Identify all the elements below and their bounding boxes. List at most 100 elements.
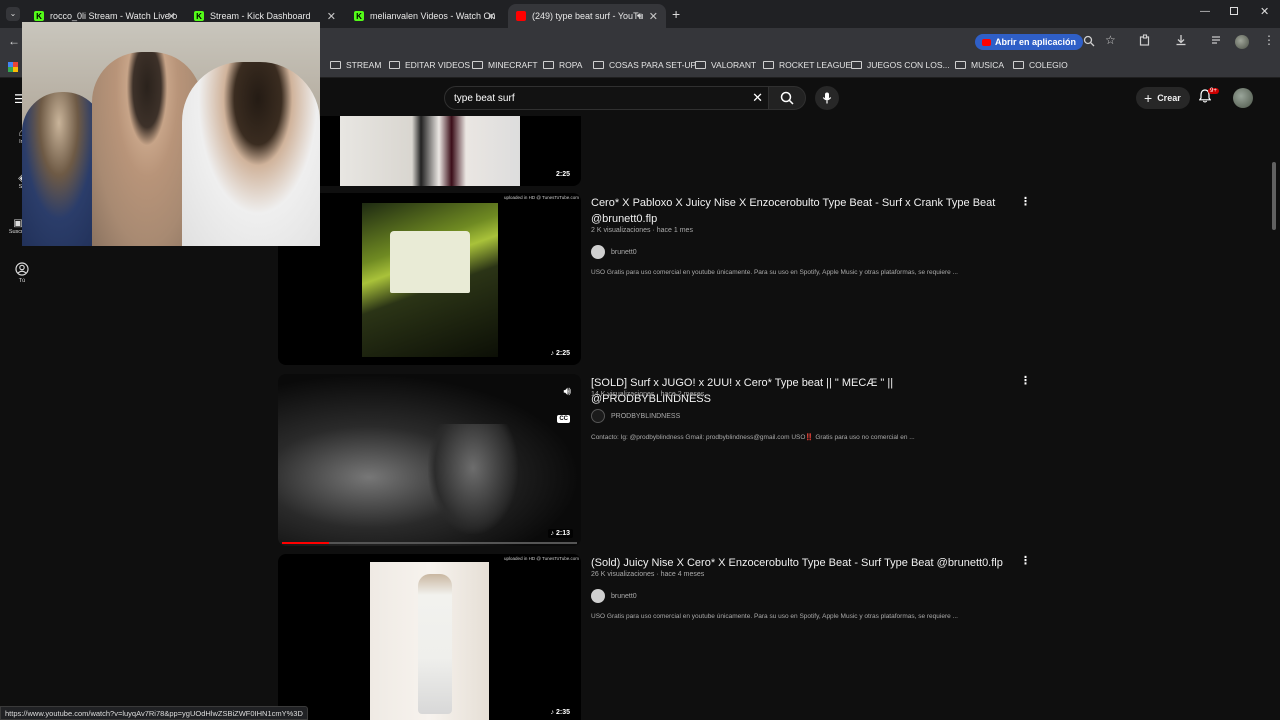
bookmark-folder[interactable]: COLEGIO <box>1013 60 1068 70</box>
speaker-icon[interactable]: 🔊︎ <box>563 384 571 399</box>
folder-icon <box>851 61 862 69</box>
download-icon[interactable] <box>1175 34 1187 49</box>
close-icon[interactable]: ✕ <box>487 10 496 23</box>
user-circle-icon <box>15 262 29 276</box>
profile-avatar[interactable] <box>1235 35 1249 49</box>
more-menu-icon[interactable]: ⋮ <box>1263 33 1275 47</box>
tab-label: rocco_0li Stream - Watch Live o <box>50 11 178 21</box>
close-window-icon[interactable]: ✕ <box>1260 5 1269 18</box>
status-bar-url: https://www.youtube.com/watch?v=luyqAv7R… <box>0 706 308 720</box>
closed-captions-icon[interactable]: CC <box>557 415 570 423</box>
folder-icon <box>763 61 774 69</box>
bookmark-folder[interactable]: ROCKET LEAGUE <box>763 60 851 70</box>
plus-icon: + <box>1144 90 1153 106</box>
more-actions-icon[interactable]: ⋮ <box>1020 374 1031 387</box>
bookmark-label: EDITAR VIDEOS <box>405 60 471 70</box>
tab-melianvalen[interactable]: K melianvalen Videos - Watch On ✕ <box>346 4 504 28</box>
video-thumbnail[interactable]: uploaded in HD @ TunesToTube.com ♪ 2:35 <box>278 554 581 720</box>
person-right <box>182 62 320 246</box>
create-button[interactable]: + Crear <box>1136 87 1190 109</box>
video-thumbnail[interactable]: 🔊︎ CC ♪ 2:13 <box>278 374 581 546</box>
voice-search-button[interactable] <box>815 86 839 110</box>
bookmark-label: COLEGIO <box>1029 60 1068 70</box>
tab-search-icon[interactable]: ⌄ <box>6 7 20 21</box>
bookmark-label: JUEGOS CON LOS... <box>867 60 950 70</box>
search-input[interactable]: type beat surf ✕ <box>444 86 770 110</box>
channel-link[interactable]: brunett0 <box>591 589 637 603</box>
channel-name: brunett0 <box>611 592 637 600</box>
folder-icon <box>389 61 400 69</box>
tab-youtube[interactable]: (249) type beat surf - YouTu 🔊︎ ✕ <box>508 4 666 28</box>
bookmark-label: COSAS PARA SET-UP <box>609 60 697 70</box>
bookmark-folder[interactable]: VALORANT <box>695 60 756 70</box>
minimize-icon[interactable]: — <box>1200 6 1210 17</box>
video-title[interactable]: Cero* X Pabloxo X Juicy Nise X Enzocerob… <box>591 195 1011 227</box>
more-actions-icon[interactable]: ⋮ <box>1020 554 1031 567</box>
tab-label: (249) type beat surf - YouTu <box>532 11 644 21</box>
folder-icon <box>955 61 966 69</box>
microphone-icon <box>822 92 832 104</box>
search-icon <box>780 91 794 105</box>
bookmark-star-icon[interactable]: ☆ <box>1105 33 1116 47</box>
bookmark-label: STREAM <box>346 60 382 70</box>
bookmark-folder[interactable]: JUEGOS CON LOS... <box>851 60 950 70</box>
figure-shape <box>428 424 518 534</box>
bookmark-folder[interactable]: EDITAR VIDEOS <box>389 60 470 70</box>
thumbnail-watermark: uploaded in HD @ TunesToTube.com <box>504 195 579 200</box>
folder-icon <box>695 61 706 69</box>
video-meta: 14 K visualizaciones · hace 2 meses <box>591 391 705 398</box>
channel-avatar <box>591 589 605 603</box>
more-actions-icon[interactable]: ⋮ <box>1020 195 1031 208</box>
bookmark-folder[interactable]: MUSICA <box>955 60 1004 70</box>
close-icon[interactable]: ✕ <box>327 10 336 23</box>
sidebar-item-label: Tú <box>18 278 26 284</box>
apps-icon[interactable] <box>8 62 18 72</box>
video-title[interactable]: (Sold) Juicy Nise X Cero* X Enzocerobult… <box>591 555 1011 571</box>
new-tab-button[interactable]: + <box>672 6 680 22</box>
youtube-icon <box>982 38 991 46</box>
video-duration: 2:25 <box>552 170 573 179</box>
clear-search-icon[interactable]: ✕ <box>752 90 763 106</box>
bookmark-folder[interactable]: STREAM <box>330 60 381 70</box>
preview-progress-track <box>282 542 577 544</box>
back-icon[interactable]: ← <box>8 34 20 48</box>
video-duration: ♪ 2:13 <box>547 529 573 538</box>
bookmark-folder[interactable]: ROPA <box>543 60 582 70</box>
thumbnail-photo <box>340 116 520 186</box>
tab-label: melianvalen Videos - Watch On <box>370 11 496 21</box>
speaker-icon: 🔊︎ <box>636 11 642 20</box>
video-thumbnail[interactable]: 2:25 <box>278 116 581 186</box>
webcam-overlay <box>22 22 320 246</box>
channel-avatar <box>591 245 605 259</box>
account-avatar[interactable] <box>1233 88 1253 108</box>
channel-name: brunett0 <box>611 248 637 256</box>
tab-label: Stream - Kick Dashboard <box>210 11 311 21</box>
sidebar-item-you[interactable]: Tú <box>10 262 34 284</box>
video-thumbnail[interactable]: uploaded in HD @ TunesToTube.com ♪ 2:25 <box>278 193 581 365</box>
video-description: USO Gratis para uso comercial en youtube… <box>591 613 958 620</box>
channel-link[interactable]: brunett0 <box>591 245 637 259</box>
channel-name: PRODBYBLINDNESS <box>611 412 681 420</box>
extensions-icon[interactable] <box>1139 34 1151 49</box>
bookmark-label: ROPA <box>559 60 583 70</box>
channel-link[interactable]: PRODBYBLINDNESS <box>591 409 680 423</box>
channel-avatar <box>591 409 605 423</box>
omnibox[interactable] <box>330 32 970 52</box>
media-control-icon[interactable] <box>1211 34 1223 49</box>
folder-icon <box>1013 61 1024 69</box>
bookmark-folder[interactable]: COSAS PARA SET-UP <box>593 60 696 70</box>
video-description: Contacto: Ig: @prodbyblindness Gmail: pr… <box>591 434 915 441</box>
page-scrollbar[interactable] <box>1272 162 1276 230</box>
close-icon[interactable]: ✕ <box>649 10 658 23</box>
search-button[interactable] <box>768 86 806 110</box>
zoom-icon[interactable] <box>1083 35 1095 50</box>
bookmark-folder[interactable]: MINECRAFT <box>472 60 538 70</box>
figure-shape <box>418 574 452 714</box>
bookmark-label: MINECRAFT <box>488 60 538 70</box>
youtube-icon <box>516 11 526 21</box>
open-in-app-button[interactable]: Abrir en aplicación <box>975 34 1084 50</box>
close-icon[interactable]: ✕ <box>167 10 176 23</box>
open-in-app-label: Abrir en aplicación <box>995 37 1077 47</box>
folder-icon <box>330 61 341 69</box>
maximize-icon[interactable] <box>1230 7 1238 15</box>
